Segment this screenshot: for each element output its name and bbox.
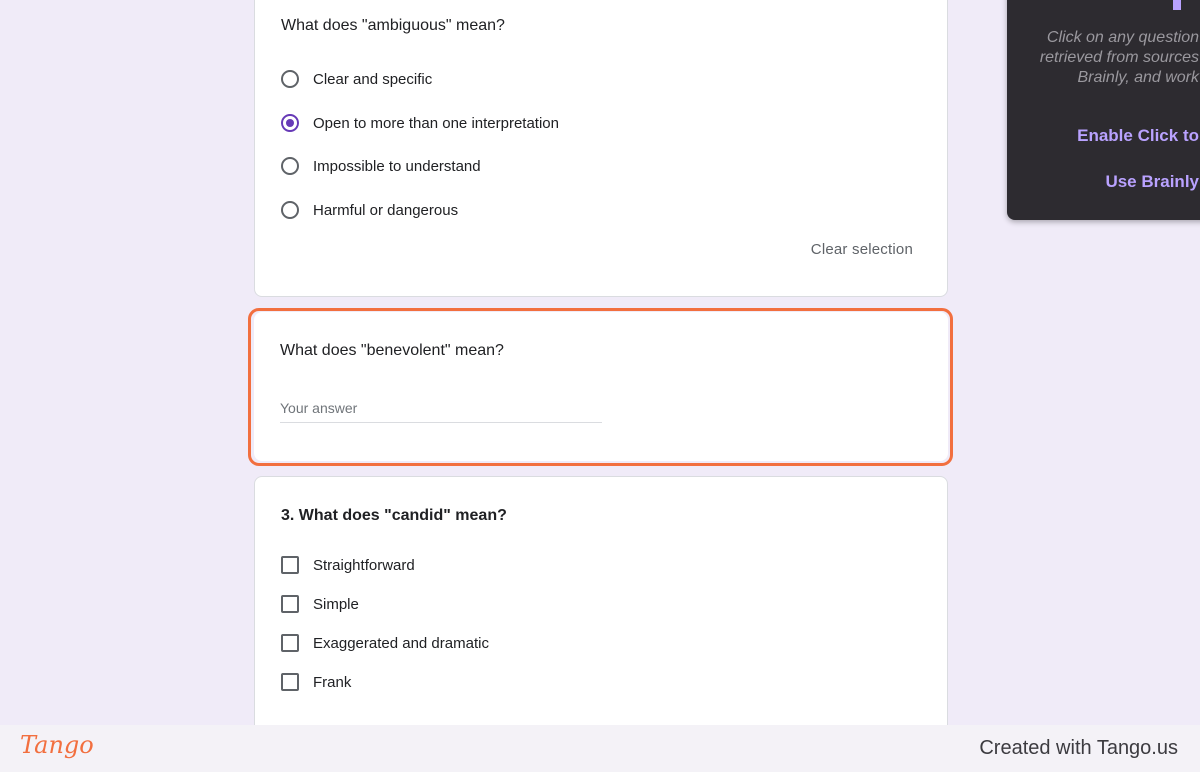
tango-footer: Tango Created with Tango.us [0, 725, 1200, 772]
checkbox-option-exaggerated-and-dramatic[interactable]: Exaggerated and dramatic [281, 634, 489, 652]
option-label: Straightforward [313, 556, 415, 574]
extension-description: Click on any question retrieved from sou… [1039, 29, 1199, 86]
question-title: 3. What does "candid" mean? [281, 507, 507, 524]
option-label: Simple [313, 595, 359, 613]
clear-selection-button[interactable]: Clear selection [811, 241, 913, 258]
checkbox[interactable] [281, 556, 299, 574]
radio-option-open-to-interpretation[interactable]: Open to more than one interpretation [281, 114, 559, 132]
tango-logo: Tango [20, 731, 94, 759]
radio-option-harmful-or-dangerous[interactable]: Harmful or dangerous [281, 201, 458, 219]
option-label: Open to more than one interpretation [313, 114, 559, 132]
answer-input[interactable] [280, 400, 602, 423]
radio-button[interactable] [281, 157, 299, 175]
radio-option-clear-and-specific[interactable]: Clear and specific [281, 70, 432, 88]
use-brainly-button[interactable]: Use Brainly [1105, 172, 1199, 192]
checkbox[interactable] [281, 634, 299, 652]
extension-accent-bar [1173, 0, 1181, 10]
checkbox[interactable] [281, 595, 299, 613]
checkbox-option-simple[interactable]: Simple [281, 595, 359, 613]
radio-button[interactable] [281, 201, 299, 219]
option-label: Clear and specific [313, 70, 433, 88]
radio-button-selected[interactable] [281, 114, 299, 132]
option-label: Frank [313, 673, 352, 691]
brainly-extension-panel: Click on any question retrieved from sou… [1007, 0, 1200, 220]
question-card-benevolent: What does "benevolent" mean? [254, 312, 948, 461]
option-label: Harmful or dangerous [313, 201, 459, 219]
tango-credit: Created with Tango.us [979, 737, 1178, 759]
checkbox-option-straightforward[interactable]: Straightforward [281, 556, 415, 574]
option-label: Impossible to understand [313, 157, 481, 175]
radio-button[interactable] [281, 70, 299, 88]
radio-option-impossible-to-understand[interactable]: Impossible to understand [281, 157, 481, 175]
question-card-candid: 3. What does "candid" mean? Straightforw… [254, 476, 948, 736]
question-card-ambiguous: What does "ambiguous" mean? Clear and sp… [254, 0, 948, 297]
question-title: What does "benevolent" mean? [280, 342, 504, 359]
enable-click-button[interactable]: Enable Click to [1077, 126, 1199, 146]
checkbox[interactable] [281, 673, 299, 691]
option-label: Exaggerated and dramatic [313, 634, 489, 652]
question-title: What does "ambiguous" mean? [281, 17, 505, 34]
checkbox-option-frank[interactable]: Frank [281, 673, 351, 691]
